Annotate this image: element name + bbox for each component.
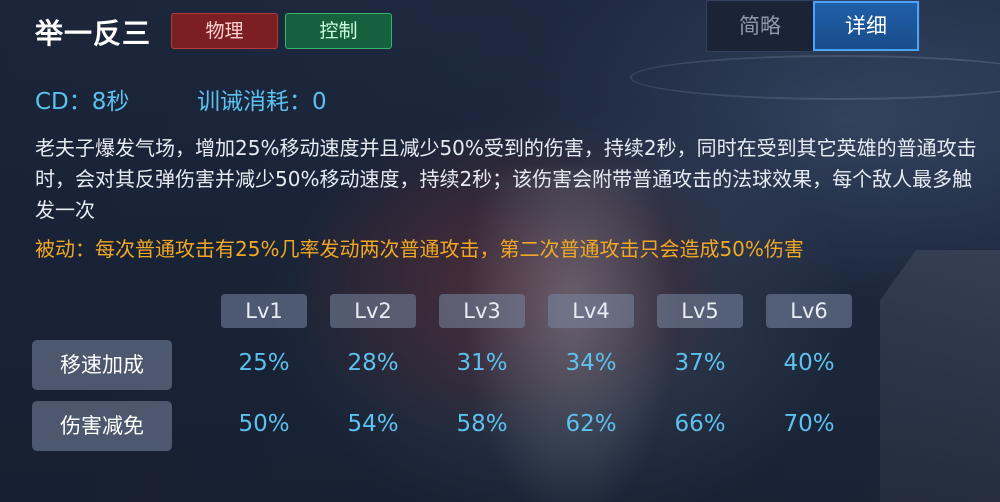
table-cell: 34% [565,350,617,376]
table-cell: 70% [783,411,835,437]
table-cell: 50% [238,411,290,437]
table-cell: 66% [674,411,726,437]
level-header: Lv1 [221,294,307,328]
row-label-speed-bonus: 移速加成 [32,340,172,390]
table-cell: 37% [674,350,726,376]
level-header: Lv5 [657,294,743,328]
table-cell: 40% [783,350,835,376]
table-cell: 54% [347,411,399,437]
view-toggle: 简略 详细 [706,0,920,52]
cooldown-stat: CD：8秒 [35,89,130,115]
toggle-brief-button[interactable]: 简略 [707,1,813,51]
row-label-damage-reduction: 伤害减免 [32,401,172,451]
toggle-detail-button[interactable]: 详细 [813,1,919,51]
skill-name: 举一反三 [35,17,152,50]
level-header: Lv2 [330,294,416,328]
table-cell: 58% [456,411,508,437]
cost-stat: 训诫消耗：0 [197,89,327,115]
table-cell: 25% [238,350,290,376]
tag-control: 控制 [285,13,392,49]
skill-description: 老夫子爆发气场，增加25%移动速度并且减少50%受到的伤害，持续2秒，同时在受到… [35,136,977,222]
level-header: Lv4 [548,294,634,328]
table-cell: 62% [565,411,617,437]
level-header: Lv6 [766,294,852,328]
passive-description: 被动：每次普通攻击有25%几率发动两次普通攻击，第二次普通攻击只会造成50%伤害 [35,237,804,261]
level-header: Lv3 [439,294,525,328]
table-cell: 28% [347,350,399,376]
table-cell: 31% [456,350,508,376]
skill-detail-panel: 举一反三 物理 控制 简略 详细 CD：8秒 训诫消耗：0 老夫子爆发气场，增加… [0,0,1000,502]
tag-physical: 物理 [171,13,278,49]
